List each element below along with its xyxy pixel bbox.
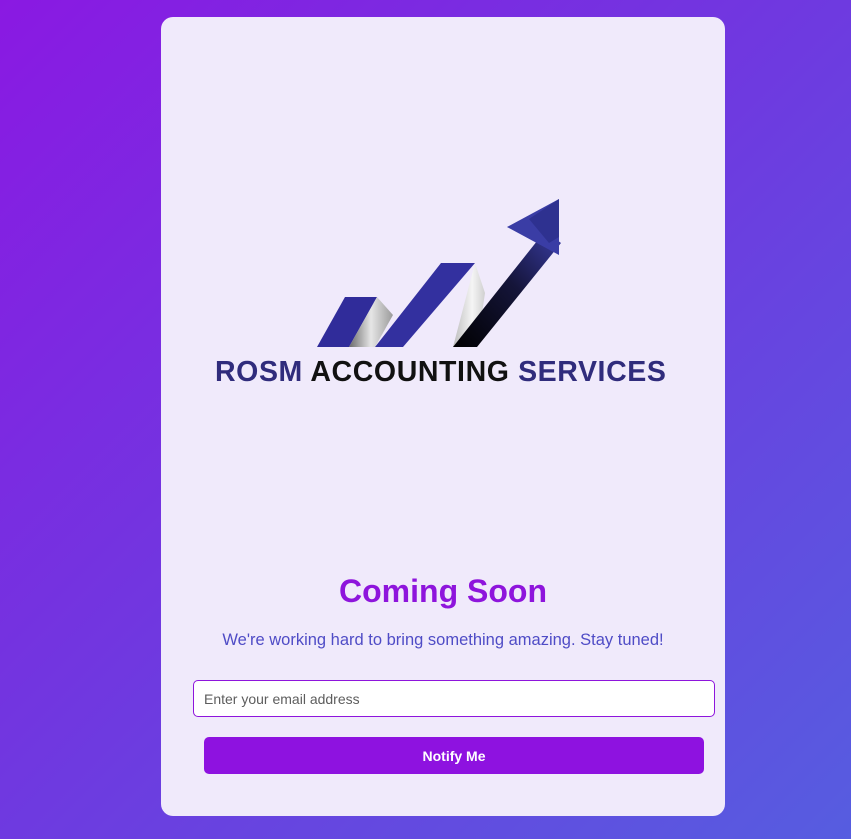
page-title: Coming Soon	[339, 573, 547, 609]
email-input[interactable]	[193, 680, 715, 717]
growth-arrow-icon	[317, 199, 561, 347]
logo-word-rosm: ROSM	[215, 356, 303, 388]
logo-word-accounting: ACCOUNTING	[310, 356, 510, 388]
page-subtitle: We're working hard to bring something am…	[222, 631, 664, 649]
company-logo: ROSM ACCOUNTING SERVICES	[215, 197, 679, 388]
logo-wordmark: ROSM ACCOUNTING SERVICES	[215, 356, 685, 389]
notify-me-button[interactable]: Notify Me	[204, 737, 704, 774]
logo-word-services: SERVICES	[518, 356, 667, 388]
coming-soon-card: ROSM ACCOUNTING SERVICES Coming Soon We'…	[161, 17, 725, 816]
